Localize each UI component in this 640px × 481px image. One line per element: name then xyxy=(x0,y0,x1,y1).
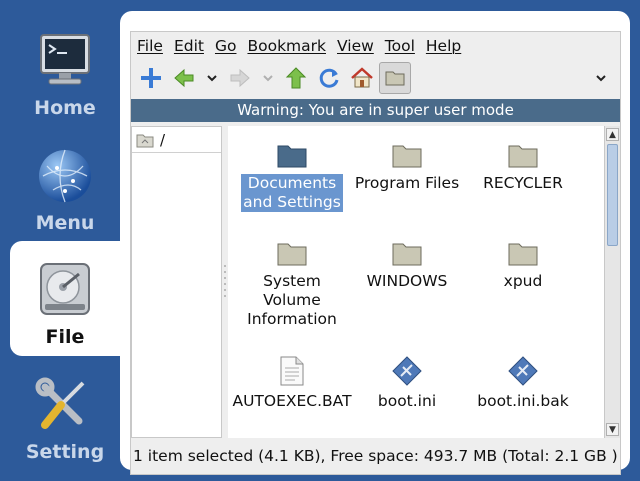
dock-label-home: Home xyxy=(34,97,96,119)
folder-view-icon xyxy=(385,71,405,86)
pane-resize-handle[interactable] xyxy=(223,262,227,302)
wrench-screwdriver-icon xyxy=(35,377,85,429)
sidepane-root-item[interactable]: / xyxy=(132,127,221,153)
toolbar xyxy=(131,60,620,96)
file-name: boot.ini xyxy=(377,392,437,410)
monitor-terminal-icon xyxy=(40,34,90,85)
sidepane-path: / xyxy=(160,130,166,149)
file-name: boot.ini.bak xyxy=(477,392,569,410)
folder-icon xyxy=(508,243,538,266)
file-item-boot-ini-bak[interactable]: boot.ini.bak xyxy=(465,356,581,411)
home-button[interactable] xyxy=(346,62,378,94)
dock: Home Menu File Setting xyxy=(0,0,120,481)
home-icon xyxy=(351,67,373,88)
folder-icon xyxy=(277,243,307,266)
back-icon xyxy=(174,68,194,88)
forward-icon xyxy=(230,68,250,88)
vertical-scrollbar[interactable]: ▲ ▼ xyxy=(604,126,620,438)
menu-go[interactable]: Go xyxy=(215,37,237,55)
dock-label-menu: Menu xyxy=(35,212,95,234)
dock-item-menu[interactable]: Menu xyxy=(10,127,120,242)
folder-icon xyxy=(277,145,307,168)
menu-tool[interactable]: Tool xyxy=(385,37,415,55)
forward-button[interactable] xyxy=(224,62,256,94)
file-item-xpud[interactable]: xpud xyxy=(465,240,581,291)
dock-item-setting[interactable]: Setting xyxy=(10,356,120,471)
status-bar: 1 item selected (4.1 KB), Free space: 49… xyxy=(133,447,618,465)
file-item-autoexec-bat[interactable]: AUTOEXEC.BAT xyxy=(232,356,352,411)
folder-icon xyxy=(392,145,422,168)
file-item-windows[interactable]: WINDOWS xyxy=(349,240,465,291)
folder-icon xyxy=(508,145,538,168)
menu-help[interactable]: Help xyxy=(426,37,461,55)
chevron-down-icon xyxy=(263,75,273,82)
new-tab-button[interactable] xyxy=(135,62,167,94)
config-file-icon xyxy=(508,356,538,386)
add-icon xyxy=(141,68,161,88)
file-name: System Volume Information xyxy=(247,272,337,328)
dock-label-setting: Setting xyxy=(25,441,105,463)
menu-view[interactable]: View xyxy=(337,37,374,55)
file-item-documents-and-settings[interactable]: Documents and Settings xyxy=(234,142,350,212)
refresh-icon xyxy=(319,68,339,88)
chevron-down-icon xyxy=(207,75,217,82)
refresh-button[interactable] xyxy=(313,62,345,94)
hard-drive-icon xyxy=(40,263,90,315)
back-button[interactable] xyxy=(168,62,200,94)
config-file-icon xyxy=(392,356,422,386)
scroll-up-icon[interactable]: ▲ xyxy=(606,128,619,141)
scroll-thumb[interactable] xyxy=(607,144,618,246)
side-pane: / xyxy=(131,126,222,438)
file-grid: Documents and Settings Program Files RECY… xyxy=(228,126,604,438)
globe-icon xyxy=(39,149,91,203)
up-button[interactable] xyxy=(280,62,312,94)
file-name: xpud xyxy=(503,272,543,290)
scroll-down-icon[interactable]: ▼ xyxy=(606,423,619,436)
file-item-system-volume-information[interactable]: System Volume Information xyxy=(234,240,350,329)
menu-edit[interactable]: Edit xyxy=(174,37,204,55)
file-manager-window: File Edit Go Bookmark View Tool Help War… xyxy=(120,11,630,475)
menu-bookmark[interactable]: Bookmark xyxy=(247,37,326,55)
toolbar-overflow-button[interactable] xyxy=(590,62,612,94)
file-name: AUTOEXEC.BAT xyxy=(232,392,352,410)
file-name: RECYCLER xyxy=(483,174,563,192)
back-history-button[interactable] xyxy=(201,62,223,94)
folder-view-button[interactable] xyxy=(379,62,411,94)
text-file-icon xyxy=(280,356,304,386)
menu-file[interactable]: File xyxy=(137,37,163,55)
file-item-boot-ini[interactable]: boot.ini xyxy=(349,356,465,411)
file-item-recycler[interactable]: RECYCLER xyxy=(465,142,581,193)
file-manager: File Edit Go Bookmark View Tool Help War… xyxy=(130,31,621,475)
folder-icon xyxy=(392,243,422,266)
file-name: Program Files xyxy=(354,174,460,192)
file-name: WINDOWS xyxy=(366,272,448,290)
file-item-program-files[interactable]: Program Files xyxy=(349,142,465,193)
forward-history-button[interactable] xyxy=(257,62,279,94)
overflow-chevron-icon xyxy=(596,75,606,82)
root-folder-icon xyxy=(136,134,154,147)
dock-item-home[interactable]: Home xyxy=(10,12,120,127)
super-user-warning: Warning: You are in super user mode xyxy=(131,99,620,122)
dock-label-file: File xyxy=(45,326,85,348)
dock-item-file[interactable]: File xyxy=(10,241,120,356)
up-icon xyxy=(285,67,307,89)
file-name: Documents and Settings xyxy=(241,174,343,212)
menubar: File Edit Go Bookmark View Tool Help xyxy=(131,32,472,60)
